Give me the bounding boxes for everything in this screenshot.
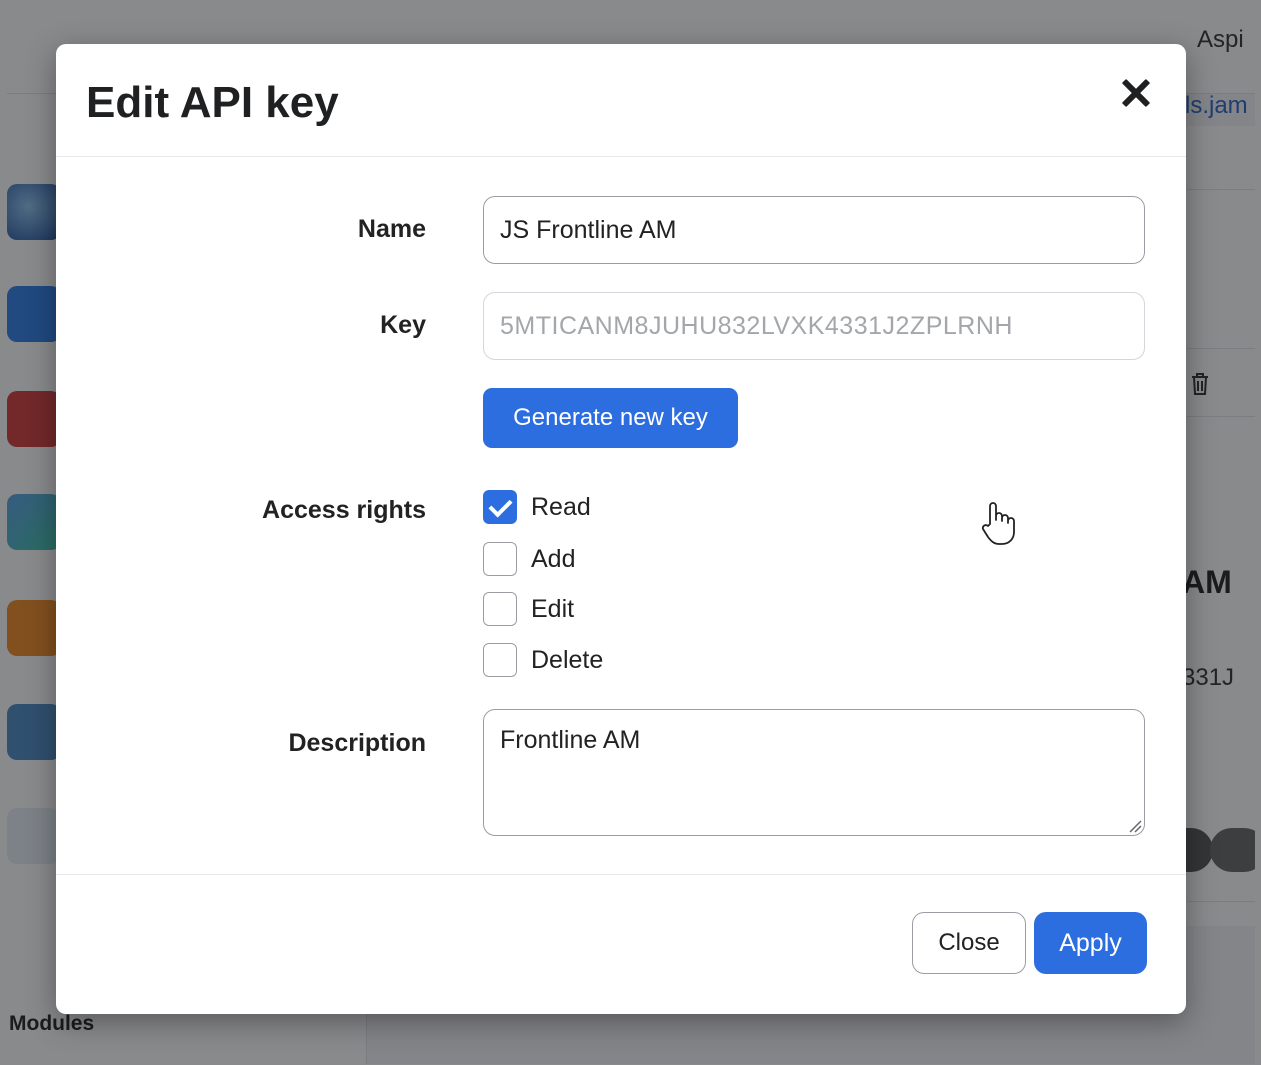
delete-checkbox-label: Delete xyxy=(531,645,604,674)
add-checkbox-label: Add xyxy=(531,544,576,573)
key-label: Key xyxy=(380,311,426,339)
close-icon[interactable] xyxy=(1116,74,1156,114)
name-label: Name xyxy=(357,215,426,243)
access-right-delete[interactable]: Delete xyxy=(483,642,603,678)
modal-title: Edit API key xyxy=(86,78,339,127)
access-rights-label: Access rights xyxy=(262,496,426,524)
description-textarea[interactable]: Frontline AM xyxy=(483,709,1145,836)
resize-grip-icon[interactable] xyxy=(1128,819,1142,833)
key-field[interactable] xyxy=(483,292,1145,360)
apply-button[interactable]: Apply xyxy=(1034,912,1147,974)
close-button[interactable]: Close xyxy=(912,912,1026,974)
description-label: Description xyxy=(288,729,426,757)
name-input[interactable] xyxy=(483,196,1145,264)
delete-checkbox[interactable] xyxy=(483,643,517,677)
hand-cursor-icon xyxy=(981,502,1015,545)
modal-footer-divider xyxy=(56,874,1186,875)
access-right-edit[interactable]: Edit xyxy=(483,591,574,627)
edit-checkbox[interactable] xyxy=(483,592,517,626)
access-right-read[interactable]: Read xyxy=(483,489,591,525)
read-checkbox-label: Read xyxy=(531,492,591,521)
edit-api-key-dialog: Edit API key Name Key Generate new key A… xyxy=(56,44,1186,1014)
access-right-add[interactable]: Add xyxy=(483,541,575,577)
read-checkbox[interactable] xyxy=(483,490,517,524)
generate-new-key-button[interactable]: Generate new key xyxy=(483,388,738,448)
add-checkbox[interactable] xyxy=(483,542,517,576)
edit-checkbox-label: Edit xyxy=(531,594,575,623)
modal-header: Edit API key xyxy=(56,44,1186,157)
